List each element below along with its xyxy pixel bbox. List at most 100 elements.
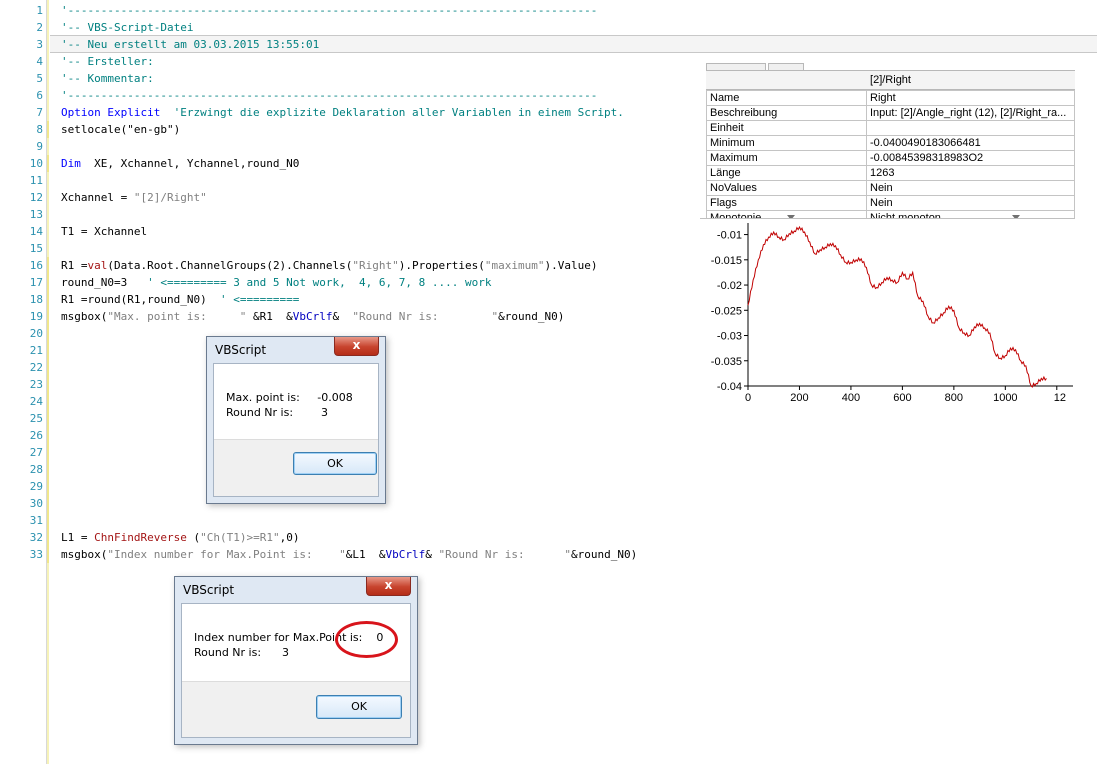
- string-literal: "Index number for Max.Point is: ": [107, 548, 346, 561]
- property-key: Länge: [706, 165, 867, 181]
- code-line-14: T1 = Xchannel: [61, 225, 148, 238]
- line-number: 11: [29, 174, 43, 187]
- code-line-18: R1 =round(R1,round_N0) ' <=========: [61, 291, 299, 308]
- string-literal: "[2]/Right": [133, 191, 207, 204]
- function-name: ChnFindReverse: [94, 531, 187, 544]
- dialog-message-line-2: Round Nr is: 3: [226, 406, 329, 419]
- channel-chart[interactable]: -0.01 -0.015 -0.02 -0.025 -0.03 -0.035 -0.04 0 2…: [700, 218, 1075, 414]
- property-row[interactable]: Länge 1263: [706, 165, 1075, 181]
- property-row[interactable]: Maximum -0.00845398318983O2: [706, 150, 1075, 166]
- property-value: 1263: [866, 165, 1075, 181]
- property-row[interactable]: Einheit: [706, 120, 1075, 136]
- code-text: R1 =: [61, 259, 88, 272]
- code-text: ).Value): [544, 259, 598, 272]
- code-text: Xchannel =: [61, 191, 134, 204]
- line-number: 12: [29, 191, 43, 204]
- properties-header: [2]/Right: [706, 71, 1075, 90]
- line-number: 31: [29, 514, 43, 527]
- string-literal: "maximum": [484, 259, 545, 272]
- code-text: &: [332, 310, 353, 323]
- vbscript-dialog-index: VBScript x Index number for Max.Point is…: [174, 576, 418, 745]
- line-number: 15: [29, 242, 43, 255]
- code-line-12: Xchannel = "[2]/Right": [61, 189, 207, 206]
- code-line-16: R1 =val(Data.Root.ChannelGroups(2).Chann…: [61, 257, 597, 274]
- property-key: Beschreibung: [706, 105, 867, 121]
- line-number: 13: [29, 208, 43, 221]
- y-tick-label: -0.04: [717, 381, 742, 393]
- code-line-10: Dim XE, Xchannel, Ychannel,round_N0: [61, 155, 299, 172]
- y-tick-label: -0.025: [711, 305, 742, 317]
- ok-button[interactable]: OK: [316, 695, 402, 719]
- property-value: Nein: [866, 195, 1075, 211]
- line-change-marker: [47, 529, 49, 546]
- code-text: XE, Xchannel, Ychannel,round_N0: [80, 157, 300, 170]
- y-tick-label: -0.01: [717, 230, 742, 242]
- code-line-19: msgbox("Max. point is: " &R1 &VbCrlf& "R…: [61, 308, 564, 325]
- line-number: 10: [29, 157, 43, 170]
- x-tick-label: 800: [945, 392, 963, 404]
- property-row[interactable]: Flags Nein: [706, 195, 1075, 211]
- line-chart: -0.01 -0.015 -0.02 -0.025 -0.03 -0.035 -0.040 2…: [711, 223, 1073, 404]
- property-key: Flags: [706, 195, 867, 211]
- close-button[interactable]: x: [366, 577, 411, 596]
- line-number: 29: [29, 480, 43, 493]
- code-line-33: msgbox("Index number for Max.Point is: "…: [61, 546, 637, 563]
- x-tick-label: 200: [790, 392, 808, 404]
- line-number: 33: [29, 548, 43, 561]
- line-number: 19: [29, 310, 43, 323]
- code-line-4: '-- Ersteller:: [61, 55, 154, 68]
- code-line-7: Option Explicit 'Erzwingt die explizite …: [61, 104, 624, 121]
- property-row[interactable]: Beschreibung Input: [2]/Angle_right (12),…: [706, 105, 1075, 121]
- channel-properties-panel: [2]/Right Name Right Beschreibung Input: [2…: [706, 70, 1075, 219]
- property-key: Name: [706, 90, 867, 106]
- y-tick-label: -0.035: [711, 356, 742, 368]
- line-number: 32: [29, 531, 43, 544]
- line-change-marker: [47, 359, 49, 376]
- line-number: 27: [29, 446, 43, 459]
- line-number: 3: [36, 38, 43, 51]
- line-change-marker: [47, 121, 49, 138]
- property-row[interactable]: NoValues Nein: [706, 180, 1075, 196]
- property-value: -0.0400490183066481: [866, 135, 1075, 151]
- y-tick-label: -0.02: [717, 280, 742, 292]
- line-change-marker: [47, 342, 49, 359]
- close-button[interactable]: x: [334, 337, 379, 356]
- line-change-marker: [47, 274, 49, 291]
- line-number: 28: [29, 463, 43, 476]
- close-icon: x: [352, 338, 361, 352]
- property-row[interactable]: Minimum -0.0400490183066481: [706, 135, 1075, 151]
- line-change-marker: [47, 427, 49, 444]
- property-row[interactable]: Name Right: [706, 90, 1075, 106]
- property-key: NoValues: [706, 180, 867, 196]
- code-text: &: [425, 548, 439, 561]
- line-number: 20: [29, 327, 43, 340]
- constant: VbCrlf: [292, 310, 333, 323]
- line-number: 21: [29, 344, 43, 357]
- dialog-message-line-2: Round Nr is: 3: [194, 646, 290, 659]
- string-literal: "Right": [352, 259, 399, 272]
- property-value: -0.00845398318983O2: [866, 150, 1075, 166]
- dialog-body: Max. point is: -0.008 Round Nr is: 3 OK: [213, 363, 379, 497]
- line-change-marker: [47, 410, 49, 427]
- line-change-marker: [47, 308, 49, 325]
- properties-table: Name Right Beschreibung Input: [2]/Angle_ri…: [706, 90, 1075, 219]
- x-tick-label: 600: [893, 392, 911, 404]
- code-line-32: L1 = ChnFindReverse ("Ch(T1)>=R1",0): [61, 529, 299, 546]
- y-tick-label: -0.015: [711, 255, 742, 267]
- line-change-marker: [47, 495, 49, 512]
- series-line: [747, 225, 1047, 388]
- line-number: 22: [29, 361, 43, 374]
- property-key: Einheit: [706, 120, 867, 136]
- property-value: Nein: [866, 180, 1075, 196]
- code-text: &round_N0): [498, 310, 565, 323]
- line-number: 16: [29, 259, 43, 272]
- code-text: (: [186, 531, 201, 544]
- line-number: 4: [36, 55, 43, 68]
- line-number: 1: [36, 4, 43, 17]
- code-text: L1 =: [61, 531, 95, 544]
- line-number: 18: [29, 293, 43, 306]
- ok-button[interactable]: OK: [293, 452, 377, 475]
- line-change-marker: [47, 478, 49, 495]
- line-change-marker: [47, 512, 49, 529]
- code-text: &round_N0): [570, 548, 638, 561]
